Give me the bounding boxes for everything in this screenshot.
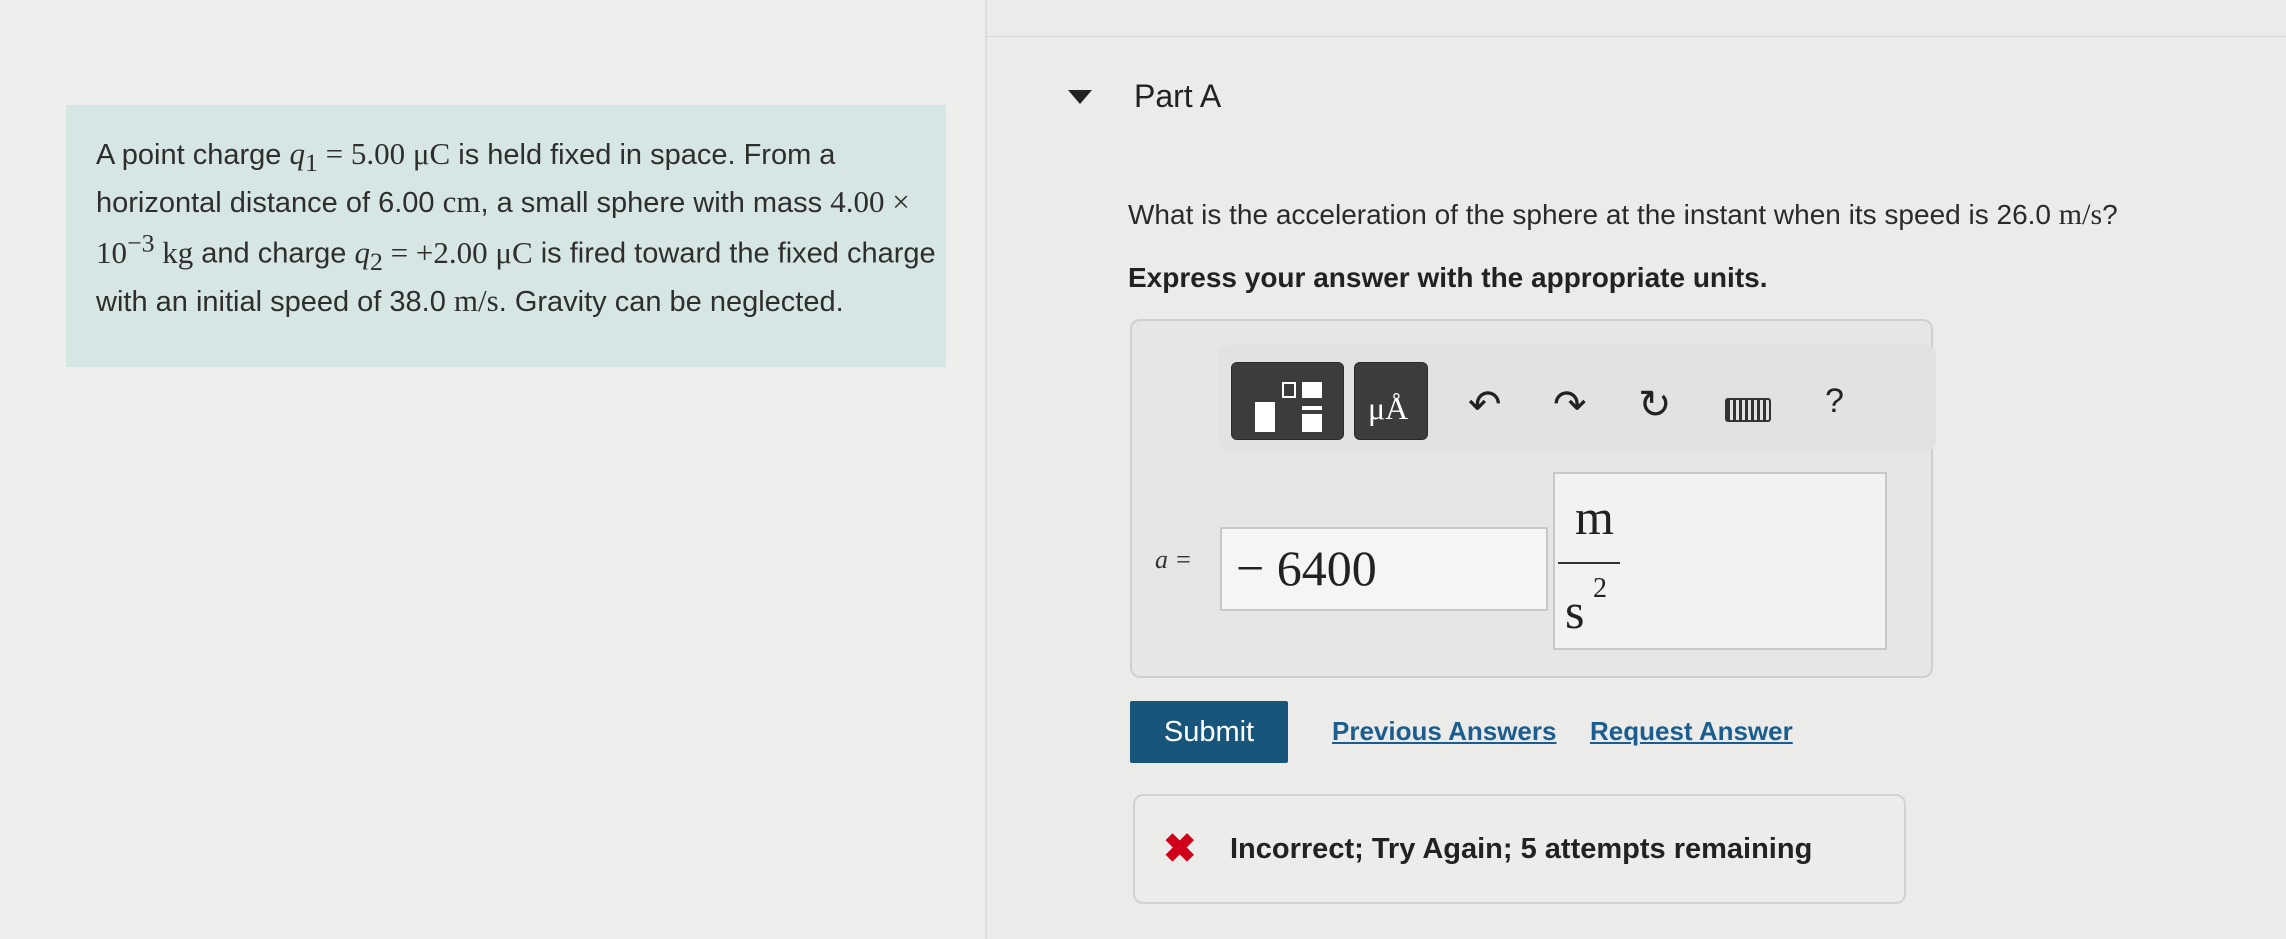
templates-button[interactable]: [1231, 362, 1344, 440]
answer-value-input[interactable]: − 6400: [1220, 527, 1548, 611]
question-text: What is the acceleration of the sphere a…: [1128, 198, 2118, 231]
unit-fraction-bar: [1558, 562, 1620, 564]
q1-symbol: q1 = 5.00 μC: [289, 136, 451, 178]
unit-exponent: 2: [1593, 573, 1607, 604]
collapse-caret-icon[interactable]: [1068, 90, 1092, 104]
units-icon: μÅ: [1368, 390, 1409, 426]
q2-symbol: q2 = +2.00 μC: [354, 234, 533, 276]
feedback-message: Incorrect; Try Again; 5 attempts remaini…: [1230, 833, 1813, 865]
unit-denominator: s: [1565, 583, 1585, 639]
previous-answers-link[interactable]: Previous Answers: [1332, 716, 1556, 747]
instruction-text: Express your answer with the appropriate…: [1128, 262, 1768, 293]
incorrect-icon: ✖: [1163, 827, 1197, 871]
request-answer-link[interactable]: Request Answer: [1590, 716, 1793, 747]
redo-icon[interactable]: ↷: [1553, 382, 1587, 428]
undo-icon[interactable]: ↶: [1468, 382, 1502, 428]
templates-icon: [1255, 402, 1275, 432]
problem-statement: A point charge q1 = 5.00 μC is held fixe…: [96, 136, 936, 318]
reset-icon[interactable]: ↻: [1638, 382, 1672, 428]
keyboard-icon[interactable]: [1725, 398, 1771, 422]
part-title[interactable]: Part A: [1134, 78, 1221, 115]
submit-button[interactable]: Submit: [1130, 701, 1288, 763]
answer-label: a =: [1155, 545, 1193, 574]
unit-numerator: m: [1575, 489, 1614, 545]
help-icon[interactable]: ?: [1825, 382, 1844, 421]
top-divider: [987, 36, 2286, 37]
